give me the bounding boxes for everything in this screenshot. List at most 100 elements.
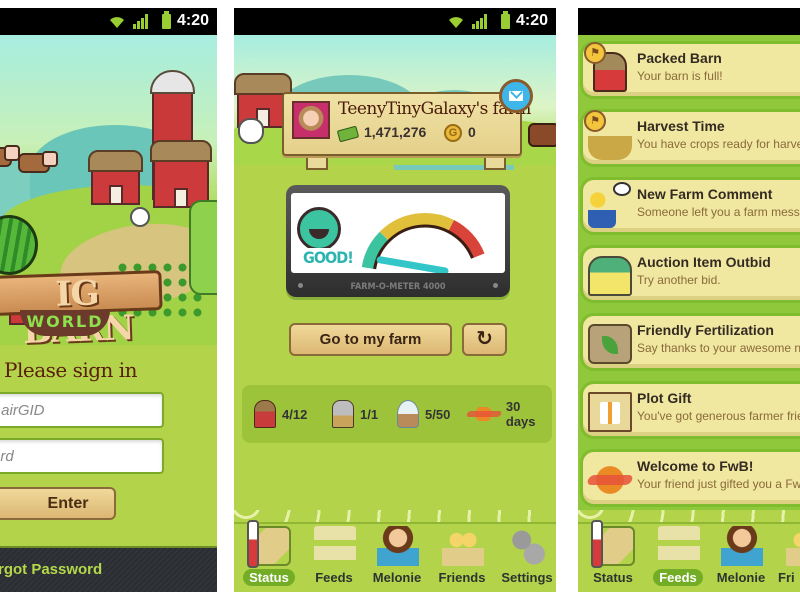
status-bar: 4:20 xyxy=(0,8,217,35)
mail-button[interactable] xyxy=(499,79,533,113)
status-bar: 4:20 xyxy=(234,8,556,35)
feed-title: Auction Item Outbid xyxy=(637,254,771,270)
avatar[interactable] xyxy=(292,101,330,139)
login-footer: rgot Password xyxy=(0,546,217,592)
feed-title: Harvest Time xyxy=(637,118,725,134)
feed-title: New Farm Comment xyxy=(637,186,773,202)
meter-rating: GOOD! xyxy=(301,248,355,267)
farm-o-meter: GOOD! FARM-O-METER 4000 xyxy=(286,185,510,297)
flag-icon: ⚑ xyxy=(584,110,606,132)
friends-icon xyxy=(442,526,484,566)
wifi-icon xyxy=(449,17,463,28)
gift-icon xyxy=(588,392,632,432)
go-to-farm-button[interactable]: Go to my farm xyxy=(289,323,452,356)
tab-label: Status xyxy=(243,569,295,586)
feed-title: Welcome to FwB! xyxy=(637,458,754,474)
feed-subtitle: Try another bid. xyxy=(637,273,721,287)
feed-list[interactable]: ⚑ Packed Barn Your barn is full! ⚑ Harve… xyxy=(578,35,800,510)
stat-value: 30 days xyxy=(505,399,536,429)
status-icon xyxy=(591,520,635,568)
barn-image xyxy=(150,140,212,208)
tab-status[interactable]: Status xyxy=(237,520,301,590)
feeds-icon xyxy=(314,526,356,566)
silo-icon xyxy=(332,400,354,428)
battery-icon xyxy=(501,11,510,29)
feed-item[interactable]: Plot Gift You've got generous farmer fri… xyxy=(580,381,800,439)
feed-title: Plot Gift xyxy=(637,390,692,406)
feed-item[interactable]: ⚑ Harvest Time You have crops ready for … xyxy=(580,109,800,167)
speech-bubble-icon xyxy=(613,182,631,196)
cow-image xyxy=(18,151,58,173)
battery-icon xyxy=(162,11,171,29)
feed-item[interactable]: New Farm Comment Someone left you a farm… xyxy=(580,177,800,235)
feed-subtitle: You have crops ready for harves xyxy=(637,137,800,151)
bank-icon xyxy=(588,256,632,296)
friends-icon xyxy=(786,526,800,566)
flag-icon: ⚑ xyxy=(584,42,606,64)
farm-sign: TeenyTinyGalaxy's farm 1,471,276 G 0 xyxy=(282,92,531,156)
enter-button[interactable]: Enter xyxy=(0,487,116,520)
farm-stats-bar: 4/12 1/1 5/50 30 days xyxy=(242,385,552,443)
tab-melonie[interactable]: Melonie xyxy=(709,526,773,590)
stat-value: 5/50 xyxy=(425,406,451,422)
status-icon xyxy=(247,520,291,568)
tab-label: Status xyxy=(593,570,633,585)
tab-settings[interactable]: Settings xyxy=(495,526,556,590)
feed-item[interactable]: Auction Item Outbid Try another bid. xyxy=(580,245,800,303)
stat-silo: 1/1 xyxy=(332,399,378,429)
wifi-icon xyxy=(110,17,124,28)
stat-fwb: 30 days xyxy=(467,399,552,429)
gauge-bad-zone xyxy=(448,219,485,259)
fertilizer-bag-icon xyxy=(588,324,632,364)
cash-value: 1,471,276 xyxy=(364,124,427,140)
cow-image xyxy=(0,145,20,167)
melonie-icon xyxy=(721,526,763,566)
meter-label: FARM-O-METER 4000 xyxy=(350,282,446,292)
tab-label: Feeds xyxy=(653,569,703,586)
feeds-screen: ⚑ Packed Barn Your barn is full! ⚑ Harve… xyxy=(578,8,800,592)
tab-friends[interactable]: Fri xyxy=(774,526,800,590)
feed-subtitle: You've got generous farmer frien xyxy=(637,409,800,423)
login-screen: 4:20 IG BARN WORLD Please sign in Enter … xyxy=(0,8,217,592)
chicken-image xyxy=(130,207,150,227)
signin-title: Please sign in xyxy=(4,358,138,382)
tab-friends[interactable]: Friends xyxy=(430,526,494,590)
tab-label: Melonie xyxy=(716,570,766,585)
password-input[interactable] xyxy=(0,438,164,474)
stat-water-tower: 5/50 xyxy=(397,399,450,429)
gear-icon xyxy=(507,526,549,566)
forgot-password-link[interactable]: rgot Password xyxy=(0,561,102,578)
stat-value: 1/1 xyxy=(360,406,379,422)
horse-image xyxy=(528,123,556,147)
stat-value: 4/12 xyxy=(282,406,308,422)
tab-bar: Status Feeds Melonie Friends Settings xyxy=(234,510,556,592)
feed-title: Packed Barn xyxy=(637,50,722,66)
airgid-input[interactable] xyxy=(0,392,164,428)
farmer-icon xyxy=(588,188,616,228)
tab-label: Fri xyxy=(778,570,795,585)
feed-item[interactable]: Welcome to FwB! Your friend just gifted … xyxy=(580,449,800,507)
tab-feeds[interactable]: Feeds xyxy=(646,526,710,590)
refresh-button[interactable]: ↻ xyxy=(462,323,507,356)
status-bar xyxy=(578,8,800,35)
feeds-icon xyxy=(658,526,700,566)
gauge-needle xyxy=(376,256,449,273)
stat-barn: 4/12 xyxy=(254,399,307,429)
app-logo-subtitle: WORLD xyxy=(20,310,110,336)
feed-item[interactable]: ⚑ Packed Barn Your barn is full! xyxy=(580,41,800,99)
dog-image xyxy=(238,118,264,144)
tab-label: Melonie xyxy=(372,570,422,585)
tab-melonie[interactable]: Melonie xyxy=(365,526,429,590)
feed-subtitle: Someone left you a farm messag xyxy=(637,205,800,219)
tab-label: Settings xyxy=(501,570,553,585)
tab-feeds[interactable]: Feeds xyxy=(302,526,366,590)
barn-icon xyxy=(254,400,276,428)
signal-icon xyxy=(472,14,488,29)
tab-status[interactable]: Status xyxy=(581,520,645,590)
fwb-icon xyxy=(467,407,500,421)
feed-title: Friendly Fertilization xyxy=(637,322,774,338)
clock: 4:20 xyxy=(176,12,209,29)
water-tower-icon xyxy=(397,400,419,428)
feed-item[interactable]: Friendly Fertilization Say thanks to you… xyxy=(580,313,800,371)
signal-icon xyxy=(133,14,149,29)
